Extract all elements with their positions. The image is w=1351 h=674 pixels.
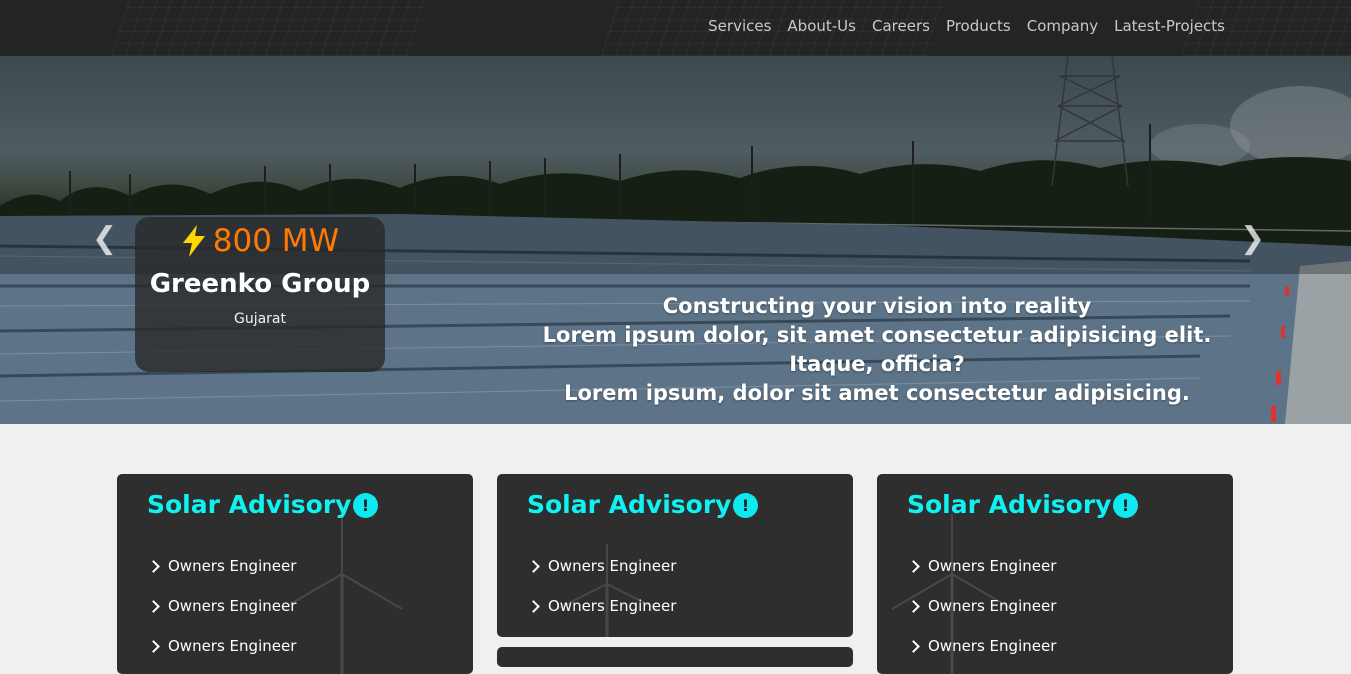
- list-item-label: Owners Engineer: [168, 597, 297, 615]
- list-item-label: Owners Engineer: [548, 557, 677, 575]
- chevron-right-icon[interactable]: ❯: [1240, 224, 1265, 254]
- list-item-label: Owners Engineer: [928, 557, 1057, 575]
- list-item[interactable]: Owners Engineer: [527, 546, 677, 586]
- project-location: Gujarat: [233, 311, 286, 327]
- project-highlight-card: 800 MW Greenko Group Gujarat: [135, 217, 385, 372]
- info-icon[interactable]: !: [733, 493, 758, 518]
- chevron-right-icon: [527, 599, 540, 613]
- hero-carousel: ❮ ❯ 800 MW Greenko Group Gujarat Constru…: [0, 56, 1351, 424]
- service-card: Solar Advisory ! Owners Engineer Owners …: [877, 474, 1233, 674]
- card-title: Solar Advisory: [907, 490, 1112, 519]
- list-item-label: Owners Engineer: [928, 637, 1057, 655]
- list-item-label: Owners Engineer: [928, 597, 1057, 615]
- list-item-label: Owners Engineer: [168, 637, 297, 655]
- card-title-row: Solar Advisory: [907, 490, 1111, 519]
- lightning-bolt-icon: [182, 225, 205, 257]
- chevron-right-icon: [527, 559, 540, 573]
- hero-caption-line: Lorem ipsum, dolor sit amet consectetur …: [564, 381, 1190, 405]
- nav-link-company[interactable]: Company: [1027, 17, 1098, 35]
- list-item-label: Owners Engineer: [548, 597, 677, 615]
- project-capacity: 800 MW: [135, 223, 385, 259]
- hero-caption-line: Constructing your vision into reality: [662, 294, 1092, 318]
- list-item[interactable]: Owners Engineer: [147, 546, 297, 586]
- nav-link-services[interactable]: Services: [708, 17, 771, 35]
- list-item-label: Owners Engineer: [168, 557, 297, 575]
- list-item[interactable]: Owners Engineer: [527, 586, 677, 626]
- card-item-list: Owners Engineer Owners Engineer Owners E…: [147, 546, 297, 666]
- service-card: Solar Advisory ! Owners Engineer Owners …: [497, 474, 853, 637]
- project-capacity-value: 800 MW: [212, 223, 340, 259]
- card-title: Solar Advisory: [527, 490, 732, 519]
- card-title-row: Solar Advisory: [527, 490, 731, 519]
- hero-caption-line: Itaque, officia?: [789, 352, 965, 376]
- chevron-right-icon: [907, 559, 920, 573]
- nav-link-latest-projects[interactable]: Latest-Projects: [1114, 17, 1225, 35]
- card-item-list: Owners Engineer Owners Engineer: [527, 546, 677, 626]
- service-card: Solar Advisory ! Owners Engineer Owners …: [117, 474, 473, 674]
- chevron-right-icon: [147, 639, 160, 653]
- service-card-next: [497, 647, 853, 667]
- top-navbar: Services About-Us Careers Products Compa…: [0, 0, 1351, 56]
- chevron-right-icon: [907, 599, 920, 613]
- list-item[interactable]: Owners Engineer: [147, 586, 297, 626]
- chevron-right-icon: [147, 599, 160, 613]
- info-icon[interactable]: !: [353, 493, 378, 518]
- card-title: Solar Advisory: [147, 490, 352, 519]
- nav-links: Services About-Us Careers Products Compa…: [708, 17, 1225, 35]
- card-title-row: Solar Advisory: [147, 490, 351, 519]
- chevron-right-icon: [907, 639, 920, 653]
- nav-link-products[interactable]: Products: [946, 17, 1011, 35]
- chevron-right-icon: [147, 559, 160, 573]
- chevron-left-icon[interactable]: ❮: [92, 224, 117, 254]
- project-company-name: Greenko Group: [149, 269, 371, 299]
- list-item[interactable]: Owners Engineer: [147, 626, 297, 666]
- list-item[interactable]: Owners Engineer: [907, 546, 1057, 586]
- nav-link-about-us[interactable]: About-Us: [787, 17, 856, 35]
- nav-solar-panel-texture: [110, 0, 430, 56]
- hero-caption: Constructing your vision into reality Lo…: [520, 292, 1234, 408]
- list-item[interactable]: Owners Engineer: [907, 626, 1057, 666]
- list-item[interactable]: Owners Engineer: [907, 586, 1057, 626]
- hero-caption-line: Lorem ipsum dolor, sit amet consectetur …: [542, 323, 1212, 347]
- card-item-list: Owners Engineer Owners Engineer Owners E…: [907, 546, 1057, 666]
- nav-link-careers[interactable]: Careers: [872, 17, 930, 35]
- info-icon[interactable]: !: [1113, 493, 1138, 518]
